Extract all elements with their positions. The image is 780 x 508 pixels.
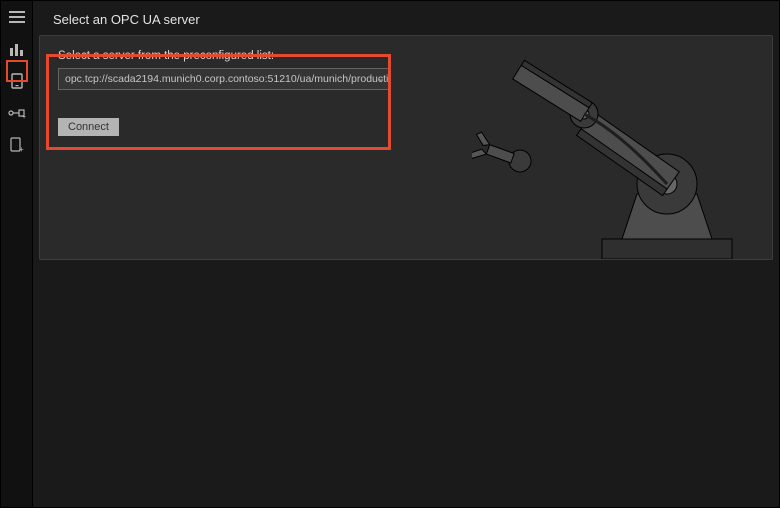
server-select-form: Select a server from the preconfigured l… bbox=[58, 50, 390, 136]
page-title: Select an OPC UA server bbox=[39, 12, 200, 27]
bar-chart-icon bbox=[9, 42, 25, 56]
nav-menu[interactable] bbox=[6, 7, 28, 27]
svg-text:+: + bbox=[19, 145, 24, 153]
nav-add-device[interactable]: + bbox=[6, 135, 28, 155]
tablet-icon bbox=[11, 73, 23, 89]
server-dropdown[interactable]: opc.tcp://scada2194.munich0.corp.contoso… bbox=[58, 68, 390, 90]
server-dropdown-value: opc.tcp://scada2194.munich0.corp.contoso… bbox=[65, 73, 390, 85]
main: Select an OPC UA server Select a server … bbox=[33, 1, 779, 507]
nav-pipeline[interactable]: + bbox=[6, 103, 28, 123]
flow-icon: + bbox=[8, 107, 26, 119]
tablet-plus-icon: + bbox=[10, 137, 24, 153]
nav-device[interactable] bbox=[6, 71, 28, 91]
svg-text:+: + bbox=[22, 114, 26, 119]
nav-dashboard[interactable] bbox=[6, 39, 28, 59]
chevron-down-icon: ⌄ bbox=[377, 69, 385, 89]
menu-icon bbox=[9, 10, 25, 24]
header: Select an OPC UA server bbox=[39, 5, 773, 33]
connect-button[interactable]: Connect bbox=[58, 118, 119, 136]
sidebar: + + bbox=[1, 1, 33, 507]
server-select-panel: Select a server from the preconfigured l… bbox=[39, 35, 773, 260]
robot-arm-illustration bbox=[472, 35, 762, 259]
server-list-label: Select a server from the preconfigured l… bbox=[58, 50, 390, 62]
